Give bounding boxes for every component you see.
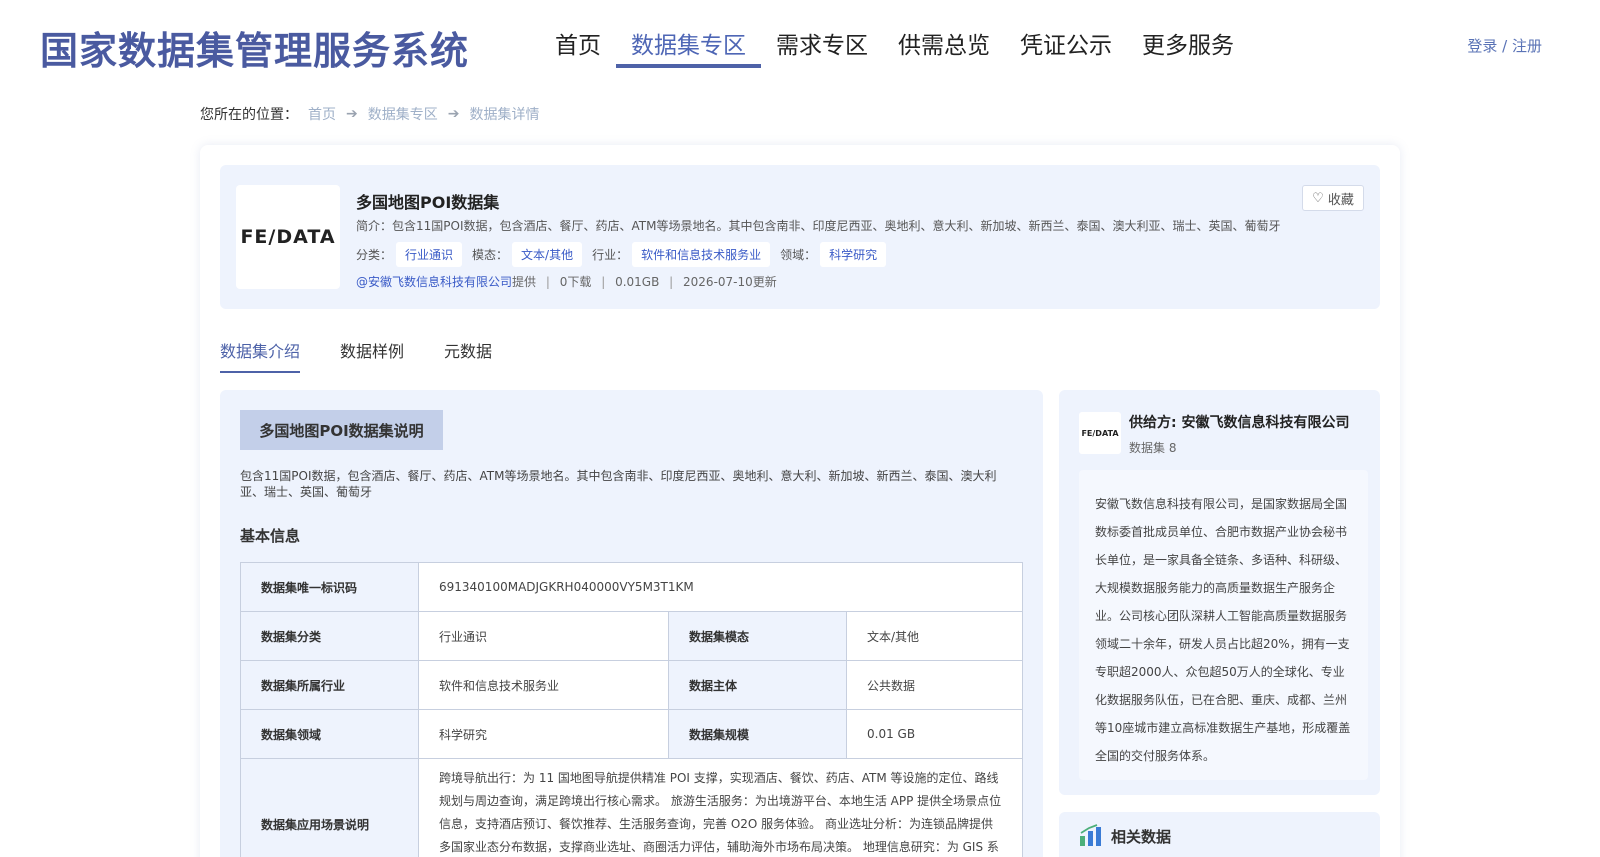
tag-label-modality: 模态： [472,248,509,262]
dataset-logo: FE/DATA [236,185,340,289]
tab-introduction[interactable]: 数据集介绍 [220,337,301,373]
main-nav: 首页 数据集专区 需求专区 供需总览 凭证公示 更多服务 [540,26,1249,68]
breadcrumb-home[interactable]: 首页 [308,104,336,124]
basic-info-title: 基本信息 [240,527,301,545]
table-key: 数据集唯一标识码 [240,562,419,612]
table-row: 数据集领域 科学研究 数据集规模 0.01 GB [240,709,1023,759]
table-value: 公共数据 [846,660,1023,710]
favorite-button[interactable]: ♡ 收藏 [1302,185,1364,211]
nav-item-home[interactable]: 首页 [540,26,616,68]
table-row: 数据集分类 行业通识 数据集模态 文本/其他 [240,611,1023,661]
table-key: 数据集所属行业 [240,660,419,710]
tab-metadata[interactable]: 元数据 [444,337,492,373]
breadcrumb: 您所在的位置： 首页 ➔ 数据集专区 ➔ 数据集详情 [200,104,539,124]
tag-label-category: 分类： [356,248,393,262]
nav-item-demands[interactable]: 需求专区 [761,26,883,68]
dataset-logo-text: FE/DATA [240,226,336,248]
favorite-label: 收藏 [1327,192,1354,208]
supplier-description: 安徽飞数信息科技有限公司，是国家数据局全国数标委首批成员单位、合肥市数据产业协会… [1079,470,1368,780]
dataset-intro: 简介：包含11国POI数据，包含酒店、餐厅、药店、ATM等场景地名。其中包含南非… [356,219,1281,233]
supplier-name[interactable]: 供给方: 安徽飞数信息科技有限公司 [1129,412,1349,432]
nav-item-more[interactable]: 更多服务 [1127,26,1249,68]
table-value: 行业通识 [417,611,670,661]
tab-samples[interactable]: 数据样例 [340,337,404,373]
dataset-tags: 分类： 行业通识 模态： 文本/其他 行业： 软件和信息技术服务业 领域： 科学… [356,242,896,267]
detail-tabs: 数据集介绍 数据样例 元数据 [220,337,532,373]
update-date: 2026-07-10更新 [683,275,777,289]
tag-industry[interactable]: 软件和信息技术服务业 [632,242,771,267]
supplier-dataset-count: 数据集 8 [1129,441,1177,455]
table-row: 数据集应用场景说明 跨境导航出行：为 11 国地图导航提供精准 POI 支撑，实… [240,758,1023,857]
table-key: 数据集领域 [240,709,419,759]
meta-separator: | [669,275,674,289]
related-data-panel: 相关数据 [1059,812,1380,857]
dataset-size: 0.01GB [615,275,660,289]
dataset-detail-card: FE/DATA 多国地图POI数据集 简介：包含11国POI数据，包含酒店、餐厅… [200,145,1400,857]
table-key: 数据集应用场景说明 [240,758,419,857]
table-value-scene: 跨境导航出行：为 11 国地图导航提供精准 POI 支撑，实现酒店、餐饮、药店、… [418,758,1023,857]
nav-item-certificates[interactable]: 凭证公示 [1005,26,1127,68]
basic-info-table: 数据集唯一标识码 691340100MADJGKRH040000VY5M3T1K… [240,562,1023,857]
login-register-link[interactable]: 登录 / 注册 [1467,35,1542,56]
table-value: 科学研究 [417,709,670,759]
arrow-right-icon: ➔ [447,106,460,122]
tag-modality[interactable]: 文本/其他 [512,242,583,267]
dataset-description: 包含11国POI数据，包含酒店、餐厅、药店、ATM等场景地名。其中包含南非、印度… [240,469,997,499]
dataset-header: FE/DATA 多国地图POI数据集 简介：包含11国POI数据，包含酒店、餐厅… [220,165,1380,309]
tag-domain[interactable]: 科学研究 [820,242,887,267]
site-title[interactable]: 国家数据集管理服务系统 [40,20,469,75]
table-row: 数据集所属行业 软件和信息技术服务业 数据主体 公共数据 [240,660,1023,710]
provider-link[interactable]: @安徽飞数信息科技有限公司 [356,275,512,289]
table-value: 文本/其他 [846,611,1023,661]
table-key: 数据主体 [668,660,848,710]
tag-label-industry: 行业： [592,248,629,262]
dataset-meta: @安徽飞数信息科技有限公司提供 | 0下载 | 0.01GB | 2026-07… [356,273,777,290]
meta-separator: | [601,275,606,289]
heart-icon: ♡ [1312,190,1324,206]
nav-item-overview[interactable]: 供需总览 [883,26,1005,68]
header: 国家数据集管理服务系统 首页 数据集专区 需求专区 供需总览 凭证公示 更多服务… [0,0,1600,80]
supplier-logo: FE/DATA [1079,412,1121,454]
table-row: 数据集唯一标识码 691340100MADJGKRH040000VY5M3T1K… [240,562,1023,612]
meta-separator: | [545,275,550,289]
provider-suffix: 提供 [512,275,537,289]
breadcrumb-label: 您所在的位置： [200,107,298,123]
related-data-title: 相关数据 [1111,828,1172,846]
table-key: 数据集规模 [668,709,848,759]
tag-category[interactable]: 行业通识 [396,242,463,267]
table-value: 0.01 GB [846,709,1023,759]
bar-chart-icon [1080,824,1101,846]
tag-label-domain: 领域： [780,248,817,262]
download-count: 0下载 [559,275,592,289]
breadcrumb-detail[interactable]: 数据集详情 [469,104,539,124]
introduction-panel: 多国地图POI数据集说明 包含11国POI数据，包含酒店、餐厅、药店、ATM等场… [220,390,1043,857]
nav-item-datasets[interactable]: 数据集专区 [616,26,761,68]
breadcrumb-datasets[interactable]: 数据集专区 [368,104,438,124]
table-value: 691340100MADJGKRH040000VY5M3T1KM [418,562,1023,612]
dataset-title: 多国地图POI数据集 [356,193,500,212]
table-key: 数据集分类 [240,611,419,661]
table-value: 软件和信息技术服务业 [417,660,670,710]
section-title: 多国地图POI数据集说明 [240,410,443,450]
supplier-panel: FE/DATA 供给方: 安徽飞数信息科技有限公司 数据集 8 安徽飞数信息科技… [1059,390,1380,795]
arrow-right-icon: ➔ [346,106,358,122]
table-key: 数据集模态 [668,611,848,661]
